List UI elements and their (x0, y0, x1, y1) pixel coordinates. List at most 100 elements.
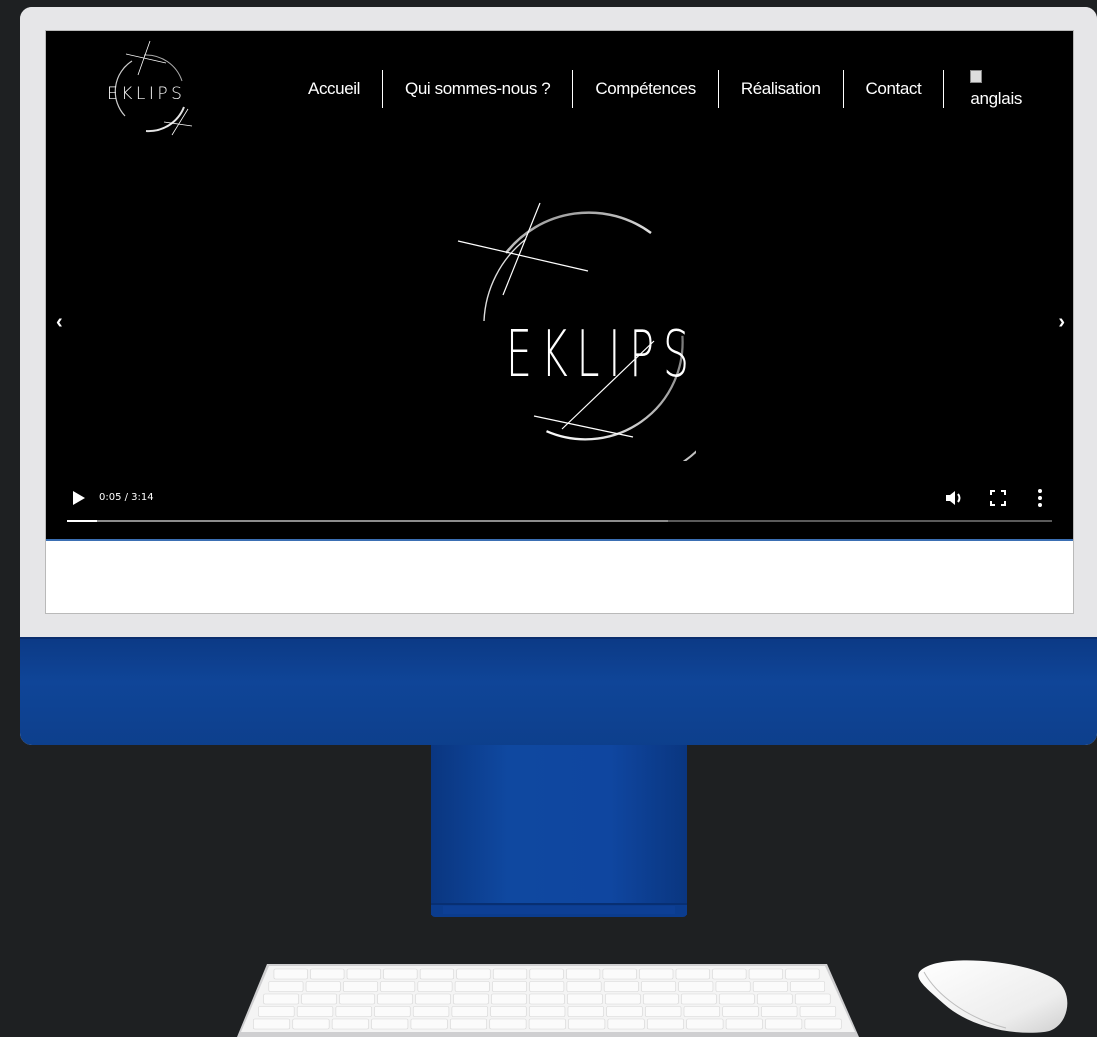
keyboard-key (641, 981, 676, 992)
keyboard-key (785, 968, 820, 980)
keyboard-key (752, 981, 788, 992)
imac-monitor: EKLIPS Accueil Qui sommes-nous ? Compéte… (20, 7, 1097, 745)
keyboard-key (296, 1006, 334, 1017)
nav-accueil[interactable]: Accueil (286, 70, 384, 108)
keyboard-key (377, 993, 413, 1005)
nav-competences[interactable]: Compétences (573, 70, 719, 108)
monitor-chin (20, 637, 1097, 745)
keyboard-key (794, 993, 831, 1005)
keyboard-key (492, 968, 528, 980)
keyboard-key (681, 993, 717, 1005)
keyboard-key (603, 981, 639, 992)
keyboard-key (292, 1018, 330, 1030)
video-progress-fill (67, 520, 97, 522)
keyboard-key (528, 1006, 566, 1017)
keyboard-illustration (237, 964, 859, 1037)
keyboard-key (761, 1006, 798, 1017)
monitor-stand-foot (431, 903, 687, 917)
keyboard-key (490, 1006, 527, 1017)
keyboard-key (643, 993, 679, 1005)
monitor-stand (431, 745, 687, 915)
keyboard-key (454, 981, 490, 992)
nav-realisation[interactable]: Réalisation (719, 70, 844, 108)
broken-image-icon (970, 69, 983, 83)
video-bottom-border (46, 539, 1073, 541)
keyboard-key (310, 968, 345, 980)
keyboard-key (453, 993, 489, 1005)
keyboard-key (451, 1006, 488, 1017)
video-controls: 0:05 / 3:14 (46, 483, 1073, 539)
keyboard-key (417, 981, 453, 992)
keyboard-key (419, 968, 454, 980)
language-alt-text: anglais (970, 88, 1023, 108)
keyboard-key (804, 1018, 842, 1030)
keyboard-key (346, 968, 381, 980)
keyboard-key (799, 1006, 837, 1017)
keyboard-key (765, 1018, 803, 1030)
keyboard-key (567, 1006, 604, 1017)
keyboard-key (639, 968, 674, 980)
keyboard-key (756, 993, 793, 1005)
keyboard-key (566, 968, 601, 980)
keyboard-key (645, 1006, 682, 1017)
keyboard-key (253, 1018, 291, 1030)
fullscreen-icon[interactable] (990, 490, 1006, 506)
language-switch-english[interactable]: anglais (944, 69, 1023, 109)
more-options-icon[interactable] (1037, 487, 1043, 509)
keyboard-key (450, 1018, 488, 1030)
carousel-next-button[interactable]: › (1058, 311, 1065, 334)
keyboard-key (725, 1018, 763, 1030)
keyboard-key (528, 1018, 566, 1030)
keyboard-key (686, 1018, 724, 1030)
keyboard-key (566, 981, 602, 992)
keyboard-key (602, 968, 637, 980)
play-icon[interactable] (73, 491, 85, 505)
keyboard-key (675, 968, 710, 980)
video-progress-bar[interactable] (67, 520, 1052, 522)
mouse-illustration (918, 960, 1068, 1033)
keyboard-key (258, 1006, 295, 1017)
keyboard-key (371, 1018, 409, 1030)
keyboard-key (489, 1018, 527, 1030)
keyboard-key (748, 968, 783, 980)
keyboard-key (305, 981, 341, 992)
keyboard-key (529, 981, 565, 992)
hero-logo-text: EKLIPS (506, 318, 696, 392)
keyboard-key (683, 1006, 720, 1017)
keyboard-key (383, 968, 418, 980)
nav-qui-sommes-nous[interactable]: Qui sommes-nous ? (383, 70, 574, 108)
carousel-prev-button[interactable]: ‹ (56, 311, 63, 334)
keyboard-key (529, 993, 565, 1005)
keyboard-key (331, 1018, 369, 1030)
keyboard-key (339, 993, 375, 1005)
video-buffered (67, 520, 668, 522)
keyboard-key (715, 981, 751, 992)
site-logo[interactable]: EKLIPS (92, 39, 196, 139)
main-nav: Accueil Qui sommes-nous ? Compétences Ré… (286, 69, 1022, 109)
keyboard-key (343, 981, 378, 992)
website-screen: EKLIPS Accueil Qui sommes-nous ? Compéte… (45, 30, 1074, 614)
keyboard-key (273, 968, 308, 980)
volume-icon[interactable] (944, 488, 966, 508)
keyboard-key (335, 1006, 372, 1017)
keyboard-key (268, 981, 304, 992)
keyboard-key (568, 1018, 606, 1030)
hero-logo: EKLIPS (457, 202, 696, 461)
keyboard-key (567, 993, 603, 1005)
keyboard-key (605, 993, 641, 1005)
keyboard-key (415, 993, 451, 1005)
keyboard-key (712, 968, 747, 980)
nav-contact[interactable]: Contact (844, 70, 945, 108)
keyboard-key (412, 1006, 450, 1017)
keyboard-key (606, 1006, 643, 1017)
keyboard-key (301, 993, 337, 1005)
video-player[interactable]: EKLIPS Accueil Qui sommes-nous ? Compéte… (46, 31, 1073, 539)
keyboard-key (263, 993, 299, 1005)
keyboard-key (410, 1018, 448, 1030)
video-time: 0:05 / 3:14 (99, 492, 154, 503)
keyboard-key (719, 993, 755, 1005)
keyboard-key (646, 1018, 684, 1030)
keyboard-key (790, 981, 826, 992)
site-logo-text: EKLIPS (107, 84, 185, 104)
keyboard-key (678, 981, 714, 992)
